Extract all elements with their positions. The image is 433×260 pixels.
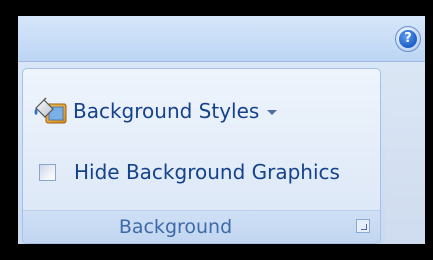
group-footer: Background (23, 210, 380, 243)
background-styles-button[interactable]: Background Styles (33, 95, 278, 127)
background-styles-label: Background Styles (73, 99, 260, 123)
background-group: Background Styles Hide Background Graphi… (22, 68, 381, 244)
hide-background-graphics-option[interactable]: Hide Background Graphics (33, 156, 340, 188)
hide-background-graphics-checkbox[interactable] (39, 163, 56, 181)
paint-bucket-icon (34, 97, 67, 124)
help-button[interactable]: ? (395, 26, 421, 52)
hide-background-graphics-label: Hide Background Graphics (74, 160, 340, 184)
ribbon-frame: ? Background Styles Hide Background Grap… (18, 16, 425, 244)
chevron-down-icon[interactable] (267, 110, 278, 115)
group-title: Background (118, 216, 233, 238)
help-icon: ? (399, 30, 417, 48)
dialog-launcher-icon[interactable] (356, 219, 370, 233)
ribbon-tab-strip (18, 16, 425, 62)
adjacent-group-area (385, 62, 425, 244)
